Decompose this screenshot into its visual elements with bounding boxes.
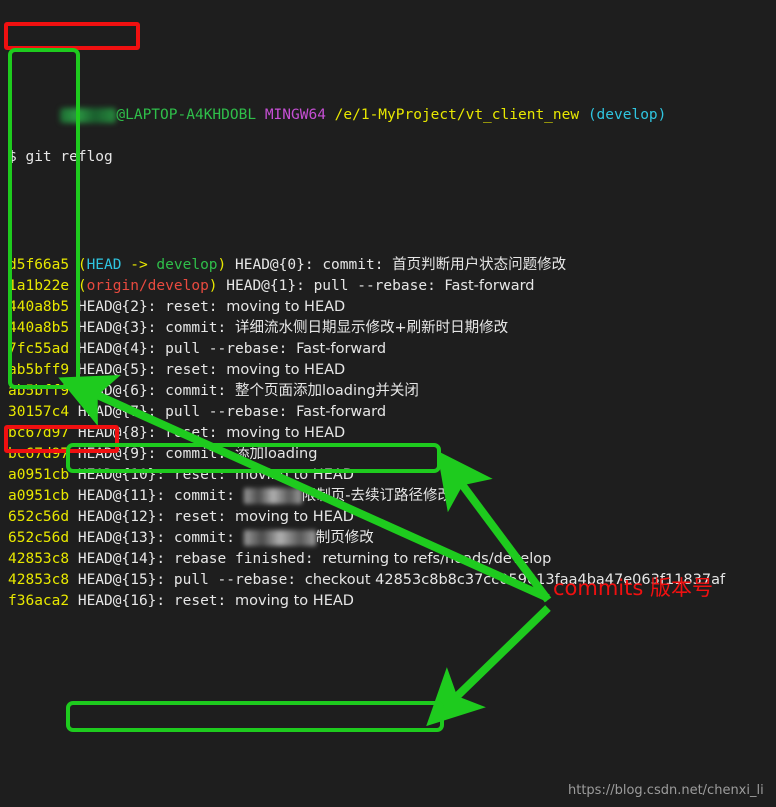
annotation-arrows	[58, 374, 552, 727]
commits-version-callout: commits 版本号	[553, 576, 713, 600]
arrow-to-log-hash-2	[426, 605, 551, 727]
watermark-url: https://blog.csdn.net/chenxi_li	[568, 783, 764, 798]
arrow-to-reflog-hashes	[58, 374, 550, 602]
terminal-screenshot: @LAPTOP-A4KHDOBL MINGW64 /e/1-MyProject/…	[0, 0, 776, 807]
